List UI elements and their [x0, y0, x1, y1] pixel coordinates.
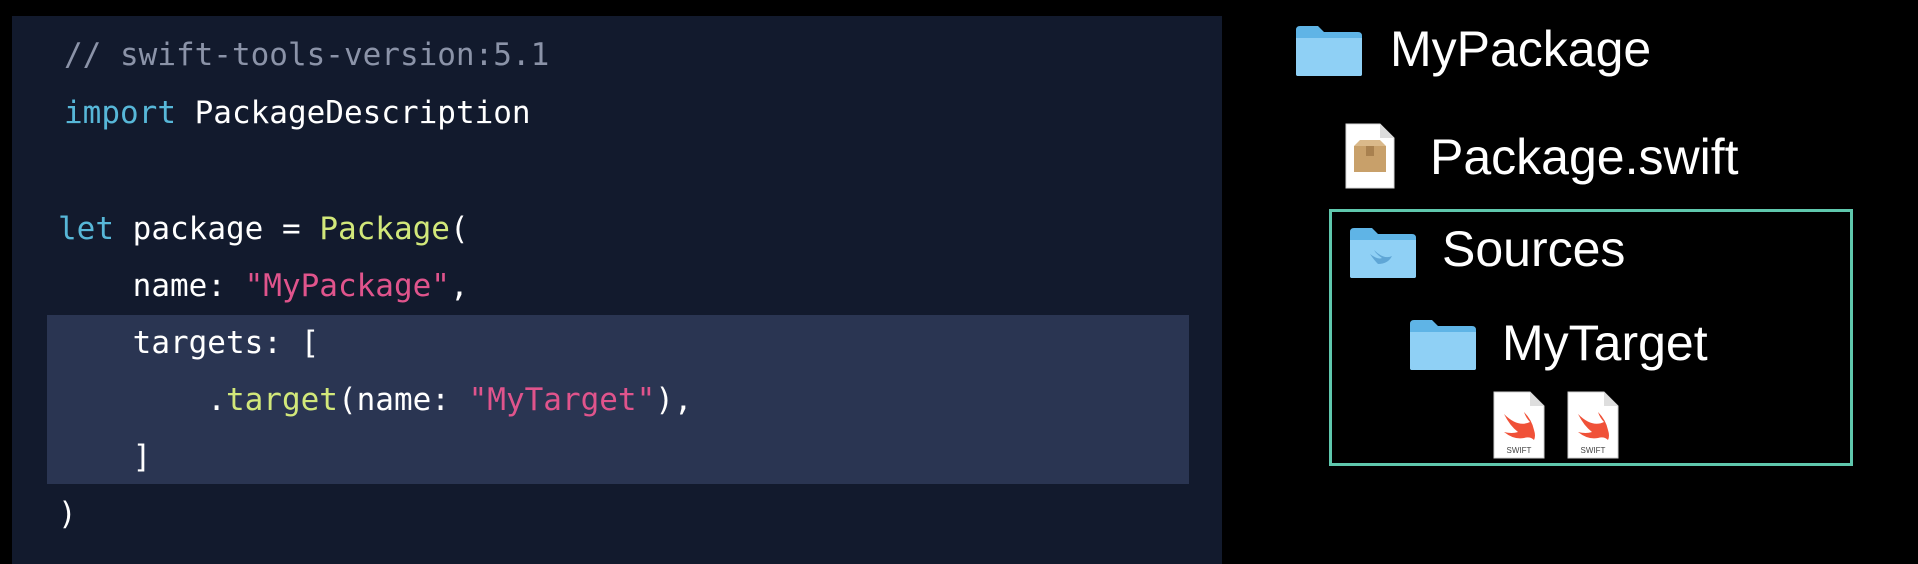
- code-token: ,: [449, 268, 469, 304]
- code-line-6: targets: [: [58, 323, 320, 363]
- code-token: let: [58, 211, 114, 247]
- swift-sources-folder-icon: [1350, 228, 1416, 278]
- code-line-1: // swift-tools-version:5.1: [64, 35, 549, 75]
- swift-file-badge: SWIFT: [1581, 446, 1606, 455]
- root-folder-label: MyPackage: [1390, 21, 1652, 77]
- code-line-7: .target(name: "MyTarget"),: [58, 380, 693, 420]
- code-line-9: ): [58, 494, 77, 534]
- sources-folder-label: Sources: [1442, 221, 1626, 277]
- code-token: (: [449, 211, 469, 247]
- swift-file-icon: SWIFT: [1493, 391, 1545, 459]
- code-token: ): [58, 496, 77, 532]
- code-token: "MyPackage": [244, 268, 450, 304]
- swift-file-badge: SWIFT: [1507, 446, 1532, 455]
- code-token: PackageDescription: [175, 95, 531, 131]
- code-token: ]: [58, 439, 152, 475]
- code-line-2: import PackageDescription: [64, 93, 531, 133]
- code-line-5: name: "MyPackage",: [58, 266, 469, 306]
- code-token: target: [225, 382, 338, 418]
- target-folder-icon: [1410, 320, 1476, 370]
- code-token: "MyTarget": [468, 382, 656, 418]
- code-token: Package: [319, 211, 450, 247]
- folder-icon: [1296, 26, 1362, 76]
- code-token: package =: [114, 211, 320, 247]
- code-token: name:: [58, 268, 245, 304]
- code-panel: // swift-tools-version:5.1 import Packag…: [12, 16, 1222, 564]
- code-line-8: ]: [58, 437, 152, 477]
- code-token: .: [58, 382, 226, 418]
- code-token: import: [64, 95, 176, 131]
- code-token: (name:: [337, 382, 469, 418]
- target-folder-label: MyTarget: [1502, 315, 1708, 371]
- code-token: // swift-tools-version:5.1: [64, 37, 550, 73]
- code-token: targets: [: [58, 325, 320, 361]
- file-tree: MyPackage Package.swift Sources MyTarget: [1222, 0, 1918, 564]
- code-token: ),: [655, 382, 693, 418]
- code-line-4: let package = Package(: [58, 209, 469, 249]
- manifest-file-label: Package.swift: [1430, 129, 1739, 185]
- swift-file-icon: SWIFT: [1567, 391, 1619, 459]
- package-file-icon: [1345, 123, 1395, 189]
- slide: // swift-tools-version:5.1 import Packag…: [0, 0, 1918, 564]
